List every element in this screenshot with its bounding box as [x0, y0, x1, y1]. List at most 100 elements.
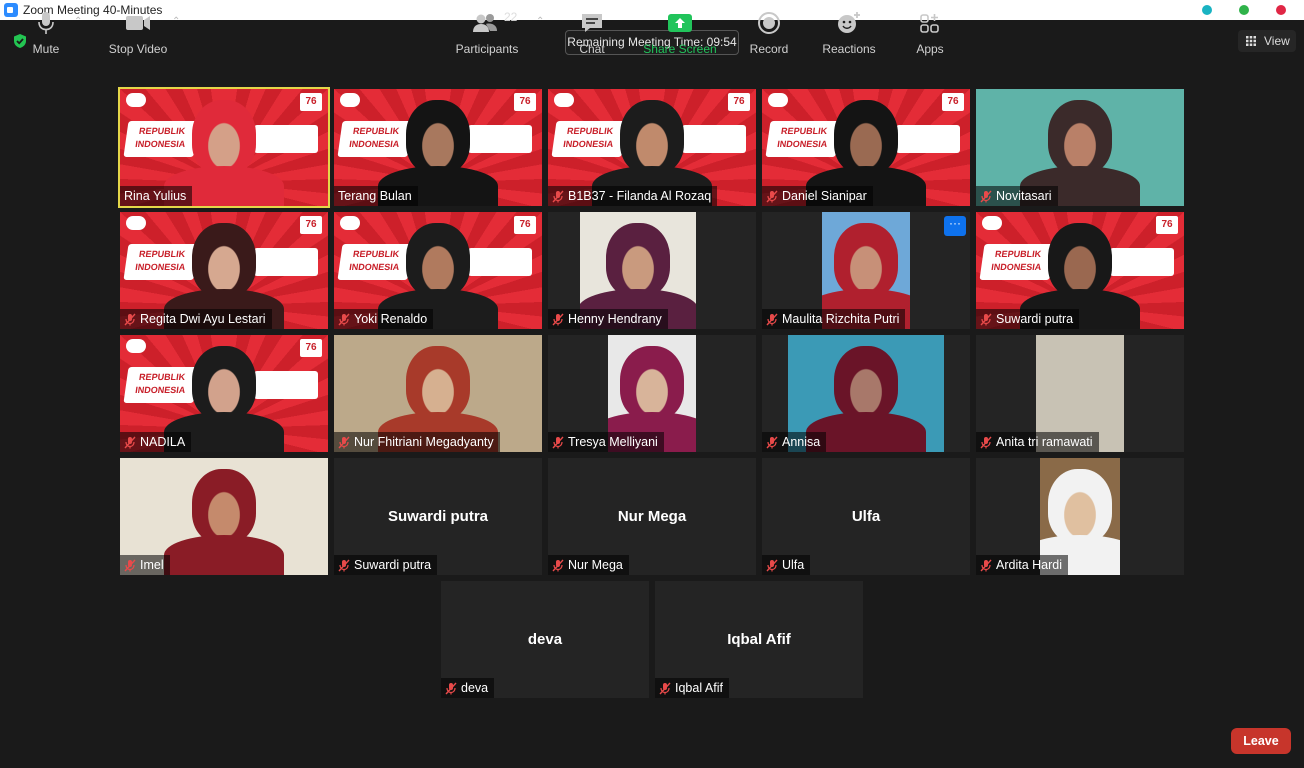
- participant-tile[interactable]: 76 REPUBLIK INDONESIA Terang Bulan: [334, 89, 542, 206]
- participants-icon: [473, 14, 497, 32]
- banner-tag: 76: [514, 93, 536, 111]
- stop-video-label: Stop Video: [108, 42, 168, 56]
- participant-display-name: Suwardi putra: [387, 508, 488, 525]
- participant-name: Suwardi putra: [354, 558, 432, 572]
- participants-options-caret[interactable]: ⌃: [536, 16, 544, 27]
- participant-nameplate: Tresya Melliyani: [548, 432, 664, 452]
- participant-display-name: Nur Mega: [617, 508, 687, 525]
- muted-mic-icon: [766, 313, 778, 325]
- video-options-caret[interactable]: ⌃: [172, 16, 180, 27]
- participant-tile[interactable]: Ardita Hardi: [976, 458, 1184, 575]
- participant-nameplate: Suwardi putra: [334, 555, 438, 575]
- participant-nameplate: Henny Hendrany: [548, 309, 668, 329]
- record-icon: [758, 12, 780, 34]
- participant-nameplate: Anita tri ramawati: [976, 432, 1099, 452]
- participant-tile[interactable]: 76 REPUBLIK INDONESIA Daniel Sianipar: [762, 89, 970, 206]
- participant-tile[interactable]: Suwardi putra Suwardi putra: [334, 458, 542, 575]
- microphone-icon: [38, 12, 54, 34]
- view-label: View: [1264, 34, 1290, 48]
- banner-tag: 76: [300, 93, 322, 111]
- meeting-toolbar: [0, 708, 1304, 768]
- participant-tile[interactable]: 76 REPUBLIK INDONESIA NADILA: [120, 335, 328, 452]
- participants-count: 22: [504, 10, 518, 24]
- mute-options-caret[interactable]: ⌃: [74, 16, 82, 27]
- university-logo: [126, 216, 146, 230]
- university-logo: [126, 93, 146, 107]
- participant-name: NADILA: [140, 435, 186, 449]
- reactions-label: Reactions: [822, 42, 876, 56]
- university-logo: [554, 93, 574, 107]
- participant-name: Ardita Hardi: [996, 558, 1062, 572]
- university-logo: [768, 93, 788, 107]
- grid-icon: [1246, 36, 1256, 46]
- participant-tile[interactable]: 76 REPUBLIK INDONESIA Yoki Renaldo: [334, 212, 542, 329]
- zoom-app-icon: [4, 3, 18, 17]
- participant-display-name: Iqbal Afif: [727, 631, 791, 648]
- stop-video-button[interactable]: Stop Video: [104, 10, 172, 56]
- apps-label: Apps: [916, 42, 944, 56]
- record-button[interactable]: Record: [746, 10, 792, 56]
- muted-mic-icon: [552, 559, 564, 571]
- participant-nameplate: Nur Fhitriani Megadyanty: [334, 432, 500, 452]
- participant-tile[interactable]: Iqbal Afif Iqbal Afif: [655, 581, 863, 698]
- participant-name: B1B37 - Filanda Al Rozaq: [568, 189, 712, 203]
- muted-mic-icon: [124, 436, 136, 448]
- participant-name: Daniel Sianipar: [782, 189, 867, 203]
- participant-tile[interactable]: Annisa: [762, 335, 970, 452]
- participant-tile[interactable]: 76 REPUBLIK INDONESIA B1B37 - Filanda Al …: [548, 89, 756, 206]
- apps-icon: [920, 14, 939, 33]
- banner-tag: 76: [728, 93, 750, 111]
- share-arrow-icon: [668, 14, 692, 32]
- banner-tag: 76: [942, 93, 964, 111]
- participant-nameplate: Ardita Hardi: [976, 555, 1068, 575]
- muted-mic-icon: [445, 682, 457, 694]
- participant-name: Anita tri ramawati: [996, 435, 1093, 449]
- participant-tile[interactable]: 76 REPUBLIK INDONESIA Suwardi putra: [976, 212, 1184, 329]
- participant-tile[interactable]: Anita tri ramawati: [976, 335, 1184, 452]
- apps-button[interactable]: Apps: [912, 10, 948, 56]
- more-options-button[interactable]: ···: [944, 216, 966, 236]
- mute-button[interactable]: Mute: [26, 10, 66, 56]
- banner-tag: 76: [300, 216, 322, 234]
- participant-nameplate: Maulita Rizchita Putri: [762, 309, 906, 329]
- participant-name: Terang Bulan: [338, 189, 412, 203]
- view-button[interactable]: View: [1238, 30, 1296, 52]
- participants-label: Participants: [455, 42, 519, 56]
- university-logo: [340, 93, 360, 107]
- participant-name: Maulita Rizchita Putri: [782, 312, 900, 326]
- participant-tile[interactable]: 76 REPUBLIK INDONESIA Regita Dwi Ayu Lest…: [120, 212, 328, 329]
- share-screen-label: Share Screen: [643, 42, 717, 56]
- participant-name: Tresya Melliyani: [568, 435, 658, 449]
- participant-nameplate: deva: [441, 678, 495, 698]
- participant-nameplate: Rina Yulius: [120, 186, 193, 206]
- participant-nameplate: Annisa: [762, 432, 827, 452]
- maximize-button[interactable]: [1239, 5, 1249, 15]
- participant-tile[interactable]: Novitasari: [976, 89, 1184, 206]
- participant-nameplate: Iqbal Afif: [655, 678, 729, 698]
- record-label: Record: [749, 42, 789, 56]
- participant-name: Imel: [140, 558, 164, 572]
- minimize-button[interactable]: [1202, 5, 1212, 15]
- reactions-button[interactable]: Reactions: [820, 10, 878, 56]
- participant-tile[interactable]: Nur Fhitriani Megadyanty: [334, 335, 542, 452]
- participant-tile[interactable]: deva deva: [441, 581, 649, 698]
- participant-tile[interactable]: 76 REPUBLIK INDONESIA Rina Yulius: [118, 87, 330, 208]
- participant-tile[interactable]: Henny Hendrany: [548, 212, 756, 329]
- muted-mic-icon: [552, 313, 564, 325]
- muted-mic-icon: [124, 313, 136, 325]
- leave-button[interactable]: Leave: [1231, 728, 1291, 754]
- participant-name: Iqbal Afif: [675, 681, 723, 695]
- chat-bubble-icon: [582, 14, 602, 32]
- muted-mic-icon: [338, 559, 350, 571]
- participant-tile[interactable]: Nur Mega Nur Mega: [548, 458, 756, 575]
- participant-tile[interactable]: Imel: [120, 458, 328, 575]
- participants-button[interactable]: 22 Participants: [452, 10, 522, 56]
- participant-tile[interactable]: Tresya Melliyani: [548, 335, 756, 452]
- muted-mic-icon: [766, 190, 778, 202]
- share-screen-button[interactable]: Share Screen: [642, 10, 718, 56]
- chat-button[interactable]: Chat: [574, 10, 610, 56]
- close-button[interactable]: [1276, 5, 1286, 15]
- participant-tile[interactable]: ··· Maulita Rizchita Putri: [762, 212, 970, 329]
- muted-mic-icon: [338, 313, 350, 325]
- participant-tile[interactable]: Ulfa Ulfa: [762, 458, 970, 575]
